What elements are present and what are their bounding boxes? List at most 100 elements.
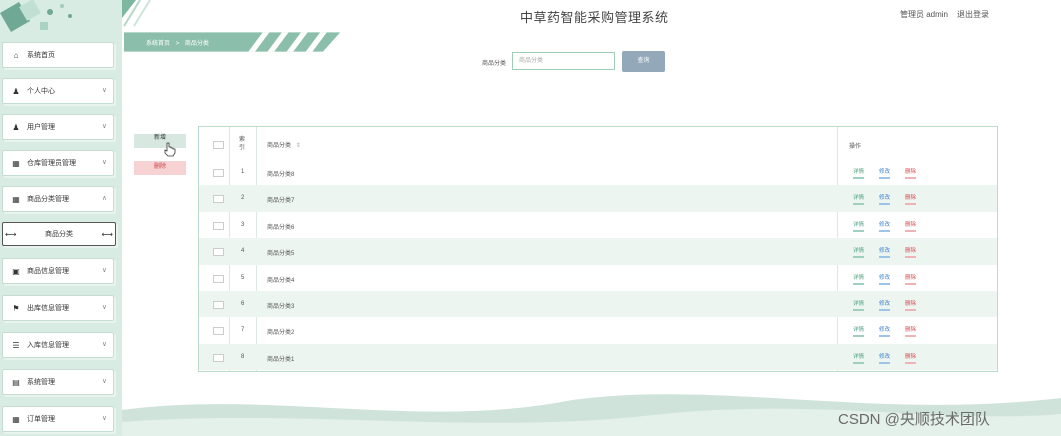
table-row: 8 商品分类1 详情 修改 删除 [199,343,997,371]
breadcrumb-separator: > [175,41,180,47]
row-edit-link[interactable]: 修改 [879,325,891,338]
sidebar-item[interactable]: ♟ 个人中心 ∨ [2,78,114,104]
row-detail-link[interactable]: 详情 [853,325,865,338]
sort-icon[interactable]: ⇕ [296,143,301,149]
batch-delete-label: 删除 [153,164,166,170]
sidebar-subitem-category[interactable]: ⟷ 商品分类 ⟷ [2,222,116,246]
row-detail-link[interactable]: 详情 [853,220,865,232]
add-button[interactable]: 新增 [134,134,186,148]
batch-delete-button[interactable]: 删除 [134,161,186,175]
table-header: 索引 商品分类 ⇕ 操作 [199,127,997,159]
row-edit-link[interactable]: 修改 [879,273,891,285]
row-index: 1 [241,169,245,175]
row-detail-link[interactable]: 详情 [853,193,865,206]
row-category: 商品分类2 [267,330,295,337]
chevron-down-icon: ∨ [101,304,107,311]
row-category: 商品分类7 [267,198,295,205]
row-delete-link[interactable]: 删除 [905,193,917,206]
row-category: 商品分类5 [267,251,295,258]
row-checkbox[interactable] [213,195,224,204]
header-category[interactable]: 商品分类 ⇕ [267,140,301,149]
list-icon: ☰ [12,340,20,350]
chevron-down-icon: ∨ [101,341,107,348]
row-checkbox[interactable] [213,327,224,336]
search-input[interactable]: 商品分类 [512,52,615,70]
row-index: 2 [241,195,245,202]
cursor-hand-icon [164,142,176,157]
doc-icon: ▣ [12,266,20,276]
table-row: 6 商品分类3 详情 修改 删除 [199,291,997,318]
grid-icon: ▦ [12,194,20,204]
row-checkbox[interactable] [213,301,224,309]
row-detail-link[interactable]: 详情 [853,299,865,311]
sidebar-item[interactable]: ▦ 仓库管理员管理 ∨ [2,150,114,176]
resize-arrow-icon: ⟷ [101,229,113,239]
row-delete-link[interactable]: 删除 [905,325,917,338]
row-index: 7 [241,327,245,334]
row-edit-link[interactable]: 修改 [879,220,891,232]
user-info: 管理员 admin [899,10,948,19]
sidebar-item[interactable]: ▤ 系统管理 ∨ [2,369,114,395]
row-category: 商品分类1 [267,356,295,363]
row-edit-link[interactable]: 修改 [879,246,891,259]
chevron-down-icon: ∨ [101,378,107,385]
row-delete-link[interactable]: 删除 [905,167,917,179]
row-delete-link[interactable]: 删除 [905,273,917,285]
logout-link[interactable]: 退出登录 [957,9,989,20]
sidebar-subitem-label: 商品分类 [45,231,73,238]
search-label: 商品分类 [482,61,507,67]
add-button-label: 新增 [153,135,166,141]
sidebar-item-label: 出库信息管理 [27,305,69,312]
sidebar-item[interactable]: ⚑ 出库信息管理 ∨ [2,295,114,321]
sidebar-item-label: 个人中心 [27,88,55,95]
sidebar-item[interactable]: ☰ 入库信息管理 ∨ [2,332,114,358]
select-all-checkbox[interactable] [213,141,224,149]
chevron-down-icon: ∨ [101,159,107,166]
row-index: 4 [241,248,245,255]
breadcrumb-home[interactable]: 系统首页 [146,41,170,47]
sidebar-item-label: 订单管理 [27,416,55,423]
grid-icon: ▦ [12,158,20,168]
header-actions: 操作 [849,144,862,150]
row-detail-link[interactable]: 详情 [853,246,865,259]
sidebar-item[interactable]: ♟ 用户管理 ∨ [2,114,114,140]
sidebar-item[interactable]: ▦ 订单管理 ∨ [2,406,114,432]
row-delete-link[interactable]: 删除 [905,220,917,232]
row-edit-link[interactable]: 修改 [879,352,891,364]
row-edit-link[interactable]: 修改 [879,193,891,206]
sidebar: ⌂ 系统首页 ♟ 个人中心 ∨ ♟ 用户管理 ∨ ▦ 仓库管理员管理 ∨ ▦ 商品分类管理 ∧ ▣ 商品信息管… [0,0,122,436]
row-edit-link[interactable]: 修改 [879,167,891,179]
chevron-down-icon: ∨ [101,123,107,130]
header-index: 索引 [239,137,246,151]
row-delete-link[interactable]: 删除 [905,352,917,364]
resize-arrow-icon: ⟷ [5,229,17,239]
row-index: 3 [241,221,245,228]
logo-decoration [0,0,72,33]
sidebar-item[interactable]: ⌂ 系统首页 [2,42,114,68]
chevron-down-icon: ∨ [101,267,107,274]
row-delete-link[interactable]: 删除 [905,299,917,311]
row-delete-link[interactable]: 删除 [905,246,917,259]
row-detail-link[interactable]: 详情 [853,352,865,364]
row-checkbox[interactable] [213,248,224,257]
grid-icon: ▦ [12,414,20,424]
row-detail-link[interactable]: 详情 [853,167,865,179]
home-icon: ⌂ [13,50,19,60]
row-checkbox[interactable] [213,169,224,177]
row-category: 商品分类4 [267,277,295,284]
row-checkbox[interactable] [213,221,224,230]
chevron-down-icon: ∨ [101,415,107,422]
row-checkbox[interactable] [213,353,224,362]
sidebar-item[interactable]: ▦ 商品分类管理 ∧ [2,186,114,212]
row-category: 商品分类8 [267,172,295,178]
row-detail-link[interactable]: 详情 [853,273,865,285]
sidebar-item[interactable]: ▣ 商品信息管理 ∨ [2,258,114,284]
search-button[interactable]: 查询 [622,51,665,72]
row-checkbox[interactable] [213,274,224,283]
breadcrumb: 系统首页 > 商品分类 [146,38,209,47]
watermark: CSDN @央顺技术团队 [838,411,990,428]
chevron-up-icon: ∧ [101,195,107,202]
sidebar-item-label: 商品分类管理 [27,196,69,203]
row-edit-link[interactable]: 修改 [879,299,891,311]
breadcrumb-current: 商品分类 [184,41,209,47]
